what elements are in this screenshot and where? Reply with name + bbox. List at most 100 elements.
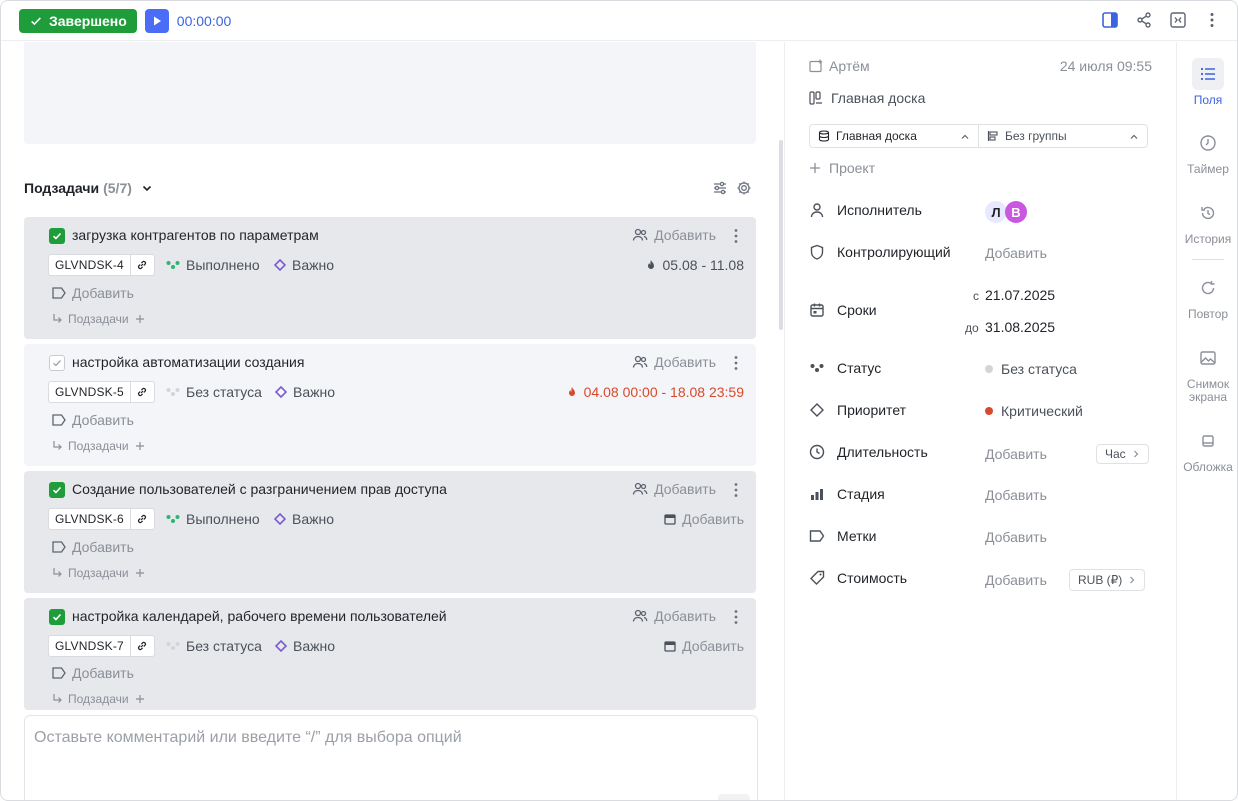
nav-repeat[interactable]: Повтор <box>1177 272 1237 321</box>
subtask-children-add[interactable]: Подзадачи <box>52 312 145 326</box>
subtask-priority[interactable]: Важно <box>275 638 335 654</box>
panel-layout-button[interactable] <box>1099 9 1121 31</box>
project-add[interactable]: Проект <box>809 160 875 176</box>
send-button[interactable] <box>718 794 750 800</box>
share-button[interactable] <box>1133 9 1155 31</box>
subtask-tags-add[interactable]: Добавить <box>52 412 134 428</box>
subtasks-header[interactable]: Подзадачи (5/7) <box>24 180 154 196</box>
more-vertical-icon[interactable] <box>730 354 742 372</box>
copy-link-button[interactable] <box>129 509 154 529</box>
group-select[interactable]: Без группы <box>978 125 1147 147</box>
subtask-priority-label: Важно <box>292 511 335 527</box>
field-priority-value[interactable]: Критический <box>985 403 1083 419</box>
subtask-checkbox[interactable] <box>49 355 65 371</box>
subtask-assignee-add[interactable]: Добавить <box>632 354 716 370</box>
subtask-children-add[interactable]: Подзадачи <box>52 566 145 580</box>
subtask-dates-label: 05.08 - 11.08 <box>662 257 744 273</box>
gear-icon[interactable] <box>736 180 752 196</box>
duration-unit-select[interactable]: Час <box>1096 444 1149 464</box>
subtask-title[interactable]: настройка календарей, рабочего времени п… <box>72 608 447 624</box>
subtask-priority[interactable]: Важно <box>274 257 334 273</box>
subtask-status[interactable]: Без статуса <box>166 384 262 400</box>
subtask-dates[interactable]: Добавить <box>664 511 744 527</box>
subtask-assignee-add[interactable]: Добавить <box>632 481 716 497</box>
subtask-tags-add[interactable]: Добавить <box>52 539 134 555</box>
subtask-checkbox[interactable] <box>49 228 65 244</box>
subtask-card[interactable]: Создание пользователей с разграничением … <box>24 471 756 593</box>
subtask-title[interactable]: загрузка контрагентов по параметрам <box>72 227 319 243</box>
description-area[interactable] <box>24 42 756 144</box>
subtask-assignee-add[interactable]: Добавить <box>632 227 716 243</box>
comment-composer[interactable]: Оставьте комментарий или введите “/” для… <box>24 715 758 800</box>
clock-icon <box>809 444 825 460</box>
subtask-status[interactable]: Без статуса <box>166 638 262 654</box>
subtask-tags-add[interactable]: Добавить <box>52 665 134 681</box>
status-dot <box>985 365 993 373</box>
diamond-icon <box>275 386 287 398</box>
more-vertical-icon[interactable] <box>730 481 742 499</box>
field-controller-value[interactable]: Добавить <box>985 245 1047 261</box>
copy-link-button[interactable] <box>129 636 154 656</box>
nav-timer[interactable]: Таймер <box>1177 127 1237 176</box>
subtask-card[interactable]: загрузка контрагентов по параметрам Доба… <box>24 217 756 339</box>
subtask-children-add[interactable]: Подзадачи <box>52 439 145 453</box>
subtask-checkbox[interactable] <box>49 609 65 625</box>
currency-select[interactable]: RUB (₽) <box>1069 569 1146 591</box>
subtask-priority[interactable]: Важно <box>275 384 335 400</box>
subtask-priority-label: Важно <box>292 257 335 273</box>
board-select[interactable]: Главная доска <box>810 125 978 147</box>
nav-timer-icon-box <box>1192 127 1224 159</box>
nav-history[interactable]: История <box>1177 197 1237 246</box>
subtask-title[interactable]: настройка автоматизации создания <box>72 354 304 370</box>
subtask-assignee-add[interactable]: Добавить <box>632 608 716 624</box>
timer-play-button[interactable] <box>144 8 169 33</box>
subtask-children-add[interactable]: Подзадачи <box>52 692 145 706</box>
comment-input[interactable]: Оставьте комментарий или введите “/” для… <box>34 729 462 747</box>
copy-link-button[interactable] <box>129 255 154 275</box>
bar-chart-icon <box>811 489 823 500</box>
date-from-value[interactable]: 21.07.2025 <box>985 287 1055 303</box>
field-tags-value[interactable]: Добавить <box>985 529 1047 545</box>
subtask-code: GLVNDSK-7 <box>55 639 124 653</box>
nav-cover[interactable]: Обложка <box>1177 425 1237 474</box>
cover-icon <box>1202 435 1214 447</box>
subtask-dates[interactable]: Добавить <box>664 638 744 654</box>
subtask-status[interactable]: Выполнено <box>166 257 260 273</box>
subtask-card[interactable]: настройка календарей, рабочего времени п… <box>24 598 756 710</box>
nav-fields[interactable]: Поля <box>1177 58 1237 107</box>
subtask-priority[interactable]: Важно <box>274 511 334 527</box>
avatar[interactable]: Л <box>985 201 1007 223</box>
field-stage-label: Стадия <box>837 486 885 502</box>
field-cost-value[interactable]: Добавить <box>985 572 1047 588</box>
date-to-value[interactable]: 31.08.2025 <box>985 319 1055 335</box>
diamond-icon <box>274 513 286 525</box>
nav-screenshot[interactable]: Снимок экрана <box>1177 342 1237 404</box>
nav-screenshot-icon-box <box>1192 342 1224 374</box>
copy-link-button[interactable] <box>129 382 154 402</box>
field-status-value[interactable]: Без статуса <box>985 361 1077 377</box>
subtask-checkbox[interactable] <box>49 482 65 498</box>
board-path[interactable]: Главная доска <box>809 90 925 106</box>
subtask-dates[interactable]: 04.08 00:00 - 18.08 23:59 <box>566 384 744 400</box>
subtask-status[interactable]: Выполнено <box>166 511 260 527</box>
check-icon <box>31 16 41 25</box>
expand-button[interactable] <box>1167 9 1189 31</box>
subtask-title[interactable]: Создание пользователей с разграничением … <box>72 481 447 497</box>
subtask-tags-add[interactable]: Добавить <box>52 285 134 301</box>
avatar[interactable]: В <box>1005 201 1027 223</box>
scrollbar-thumb[interactable] <box>779 140 783 330</box>
assignee-avatars[interactable]: Л В <box>985 201 1027 223</box>
check-icon <box>53 360 61 367</box>
more-vertical-icon[interactable] <box>730 227 742 245</box>
field-stage-value[interactable]: Добавить <box>985 487 1047 503</box>
tag-icon <box>52 287 66 299</box>
filter-sliders-icon[interactable] <box>712 180 728 196</box>
subtask-dates[interactable]: 05.08 - 11.08 <box>645 257 744 273</box>
more-vertical-icon[interactable] <box>730 608 742 626</box>
tag-icon <box>52 541 66 553</box>
status-dots-icon <box>810 364 824 372</box>
field-duration-value[interactable]: Добавить <box>985 446 1047 462</box>
more-menu-button[interactable] <box>1201 9 1223 31</box>
subtask-card[interactable]: настройка автоматизации создания Добавит… <box>24 344 756 466</box>
complete-button[interactable]: Завершено <box>19 8 137 33</box>
